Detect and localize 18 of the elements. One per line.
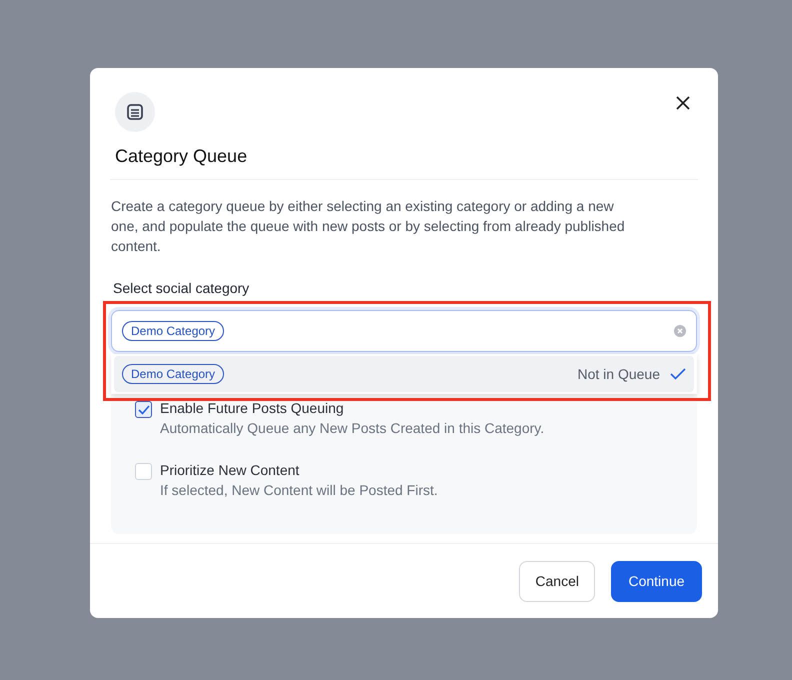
check-icon [670,368,686,380]
dropdown-option[interactable]: Demo Category Not in Queue [114,356,694,392]
category-select[interactable]: Demo Category [111,310,697,352]
option-label: Enable Future Posts Queuing [160,400,345,416]
option-hint: If selected, New Content will be Posted First. [160,482,438,498]
cancel-button[interactable]: Cancel [519,560,595,602]
option-hint: Automatically Queue any New Posts Created in this Category. [160,420,544,436]
option-label: Prioritize New Content [160,462,300,478]
category-chip: Demo Category [122,364,224,384]
queue-status: Not in Queue [578,366,660,382]
dialog-title: Category Queue [115,146,248,167]
check-icon [138,404,150,414]
continue-button[interactable]: Continue [611,560,702,602]
field-label: Select social category [113,280,250,296]
list-icon [115,92,155,132]
category-chip: Demo Category [122,321,224,341]
checkbox[interactable] [135,401,152,418]
description: Create a category queue by either selecting an existing category or adding a new one, and populate the queue with new posts or by selecting from already published content. [111,197,626,256]
